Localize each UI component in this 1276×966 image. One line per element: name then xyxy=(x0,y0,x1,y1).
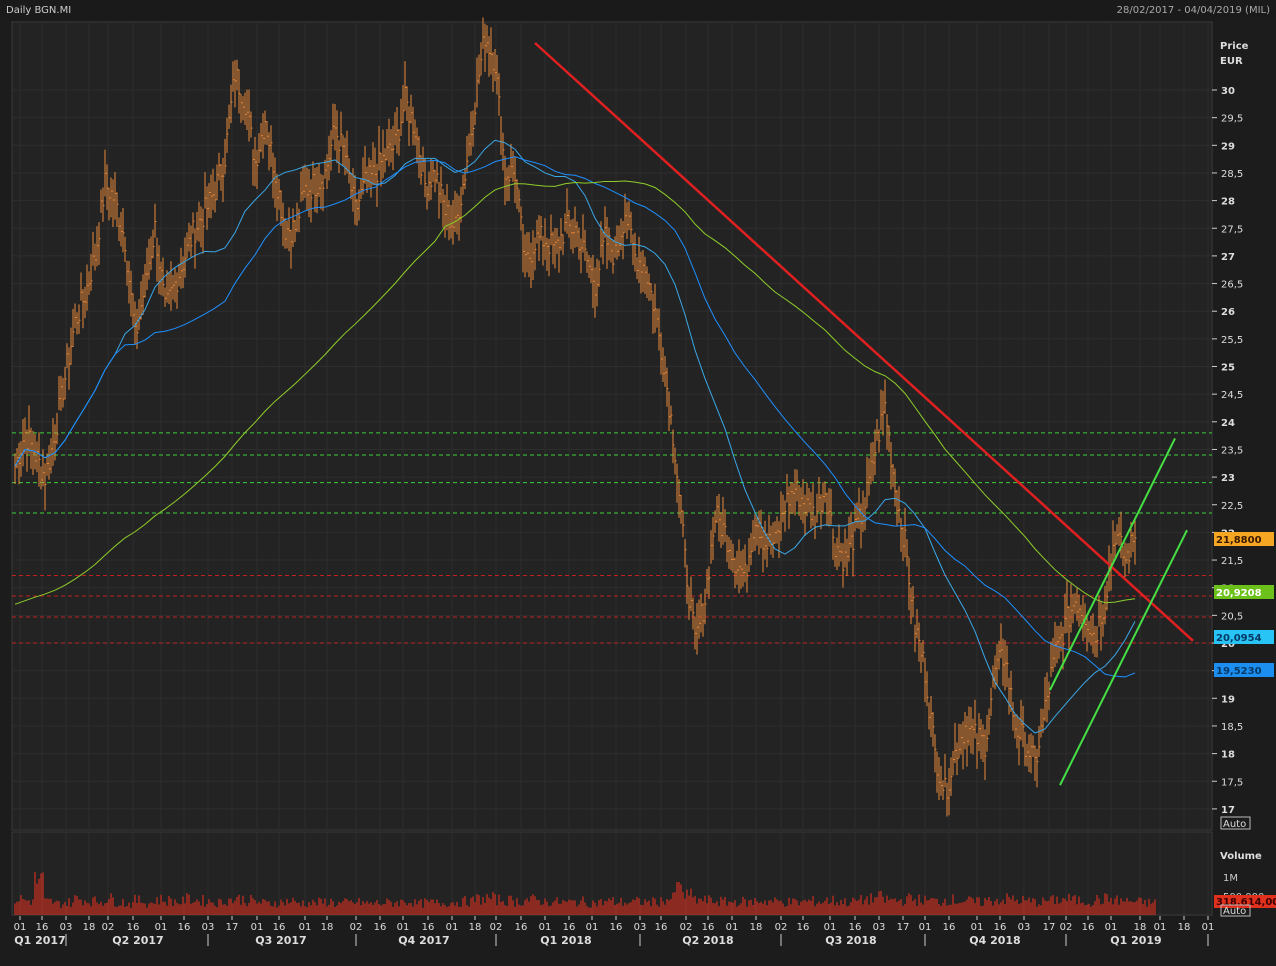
x-tick-label: 16 xyxy=(849,922,862,933)
x-tick-label: 18 xyxy=(750,922,763,933)
x-tick-label: 16 xyxy=(1082,922,1095,933)
price-pane xyxy=(11,21,1213,831)
price-tick-label: 17 xyxy=(1221,805,1235,816)
quarter-label: Q2 2017 xyxy=(112,934,163,947)
x-tick-label: 01 xyxy=(1105,922,1118,933)
x-tick-label: 17 xyxy=(226,922,239,933)
price-tick-label: 20,5 xyxy=(1221,611,1243,622)
x-tick-label: 01 xyxy=(446,922,459,933)
quarter-label: Q1 2017 xyxy=(14,934,65,947)
x-tick-label: 02 xyxy=(1060,922,1073,933)
x-tick-label: 03 xyxy=(60,922,73,933)
price-tick-label: 29 xyxy=(1221,141,1235,152)
x-tick-label: 16 xyxy=(610,922,623,933)
price-tick-label: 26,5 xyxy=(1221,280,1243,291)
volume-auto-label: Auto xyxy=(1223,906,1246,917)
x-tick-label: 18 xyxy=(321,922,334,933)
price-tick-label: 29,5 xyxy=(1221,114,1243,125)
price-tick-label: 24 xyxy=(1221,418,1235,429)
ma50-tag: 20,0954 xyxy=(1216,633,1262,644)
price-tick-label: 25 xyxy=(1221,363,1235,374)
price-axis-unit: EUR xyxy=(1220,56,1243,67)
x-tick-label: 16 xyxy=(994,922,1007,933)
x-tick-label: 03 xyxy=(873,922,886,933)
price-tick-label: 27,5 xyxy=(1221,224,1243,235)
quarter-label: Q3 2018 xyxy=(825,934,876,947)
quarter-label: Q1 2018 xyxy=(540,934,591,947)
price-tick-label: 18,5 xyxy=(1221,722,1243,733)
ma200-tag: 20,9208 xyxy=(1216,588,1262,599)
price-tick-label: 28,5 xyxy=(1221,169,1243,180)
quarter-label: Q4 2018 xyxy=(969,934,1020,947)
x-tick-label: 16 xyxy=(655,922,668,933)
price-tick-label: 19 xyxy=(1221,694,1235,705)
x-tick-label: 18 xyxy=(1178,922,1191,933)
price-tick-label: 27 xyxy=(1221,252,1235,263)
price-axis-label: Price xyxy=(1220,41,1249,52)
x-tick-label: 01 xyxy=(299,922,312,933)
x-tick-label: 01 xyxy=(397,922,410,933)
price-chart[interactable]: Price EUR 30 29,5 29 28,5 28 27,5 27 26,5 26 25,5 25… xyxy=(0,0,1276,966)
quarter-label: Q1 2019 xyxy=(1110,934,1161,947)
price-tick-label: 28 xyxy=(1221,197,1235,208)
x-tick-label: 01 xyxy=(251,922,264,933)
auto-scale-label: Auto xyxy=(1223,819,1246,830)
x-tick-label: 18 xyxy=(1134,922,1147,933)
quarter-label: Q3 2017 xyxy=(255,934,306,947)
last-price-tag: 21,8800 xyxy=(1216,535,1262,546)
price-tick-label: 21,5 xyxy=(1221,556,1243,567)
price-tick-label: 26 xyxy=(1221,307,1235,318)
price-tick-label: 23 xyxy=(1221,473,1235,484)
x-tick-label: 03 xyxy=(634,922,647,933)
x-tick-label: 16 xyxy=(943,922,956,933)
x-tick-label: 03 xyxy=(1018,922,1031,933)
price-tick-label: 24,5 xyxy=(1221,390,1243,401)
price-tick-label: 17,5 xyxy=(1221,777,1243,788)
x-tick-label: 16 xyxy=(563,922,576,933)
x-tick-label: 01 xyxy=(919,922,932,933)
x-tick-label: 16 xyxy=(374,922,387,933)
x-tick-label: 01 xyxy=(155,922,168,933)
x-tick-label: 01 xyxy=(586,922,599,933)
price-tick-label: 30 xyxy=(1221,86,1235,97)
x-tick-label: 16 xyxy=(178,922,191,933)
x-tick-label: 16 xyxy=(702,922,715,933)
x-tick-label: 02 xyxy=(102,922,115,933)
quarter-label: Q2 2018 xyxy=(682,934,733,947)
x-tick-label: 17 xyxy=(1043,922,1056,933)
x-tick-label: 16 xyxy=(127,922,140,933)
volume-axis-label: Volume xyxy=(1220,851,1262,862)
x-tick-label: 01 xyxy=(539,922,552,933)
ma100-tag: 19,5230 xyxy=(1216,666,1262,677)
x-tick-label: 02 xyxy=(680,922,693,933)
x-tick-label: 01 xyxy=(1154,922,1167,933)
price-tick-label: 18 xyxy=(1221,750,1235,761)
x-tick-label: 01 xyxy=(971,922,984,933)
x-tick-label: 03 xyxy=(202,922,215,933)
x-tick-label: 02 xyxy=(490,922,503,933)
x-tick-label: 02 xyxy=(350,922,363,933)
x-tick-label: 16 xyxy=(273,922,286,933)
price-tick-label: 22,5 xyxy=(1221,501,1243,512)
x-tick-label: 17 xyxy=(897,922,910,933)
x-tick-label: 16 xyxy=(515,922,528,933)
x-tick-label: 01 xyxy=(726,922,739,933)
volume-tick-label: 1M xyxy=(1223,873,1238,884)
x-tick-label: 16 xyxy=(797,922,810,933)
x-tick-label: 02 xyxy=(775,922,788,933)
quarter-label: Q4 2017 xyxy=(398,934,449,947)
x-tick-label: 01 xyxy=(1202,922,1215,933)
x-tick-label: 16 xyxy=(36,922,49,933)
x-tick-label: 01 xyxy=(14,922,27,933)
x-tick-label: 18 xyxy=(469,922,482,933)
volume-pane xyxy=(11,831,1213,916)
x-tick-label: 01 xyxy=(824,922,837,933)
x-tick-label: 18 xyxy=(83,922,96,933)
x-tick-label: 16 xyxy=(422,922,435,933)
price-tick-label: 23,5 xyxy=(1221,445,1243,456)
price-tick-label: 25,5 xyxy=(1221,335,1243,346)
